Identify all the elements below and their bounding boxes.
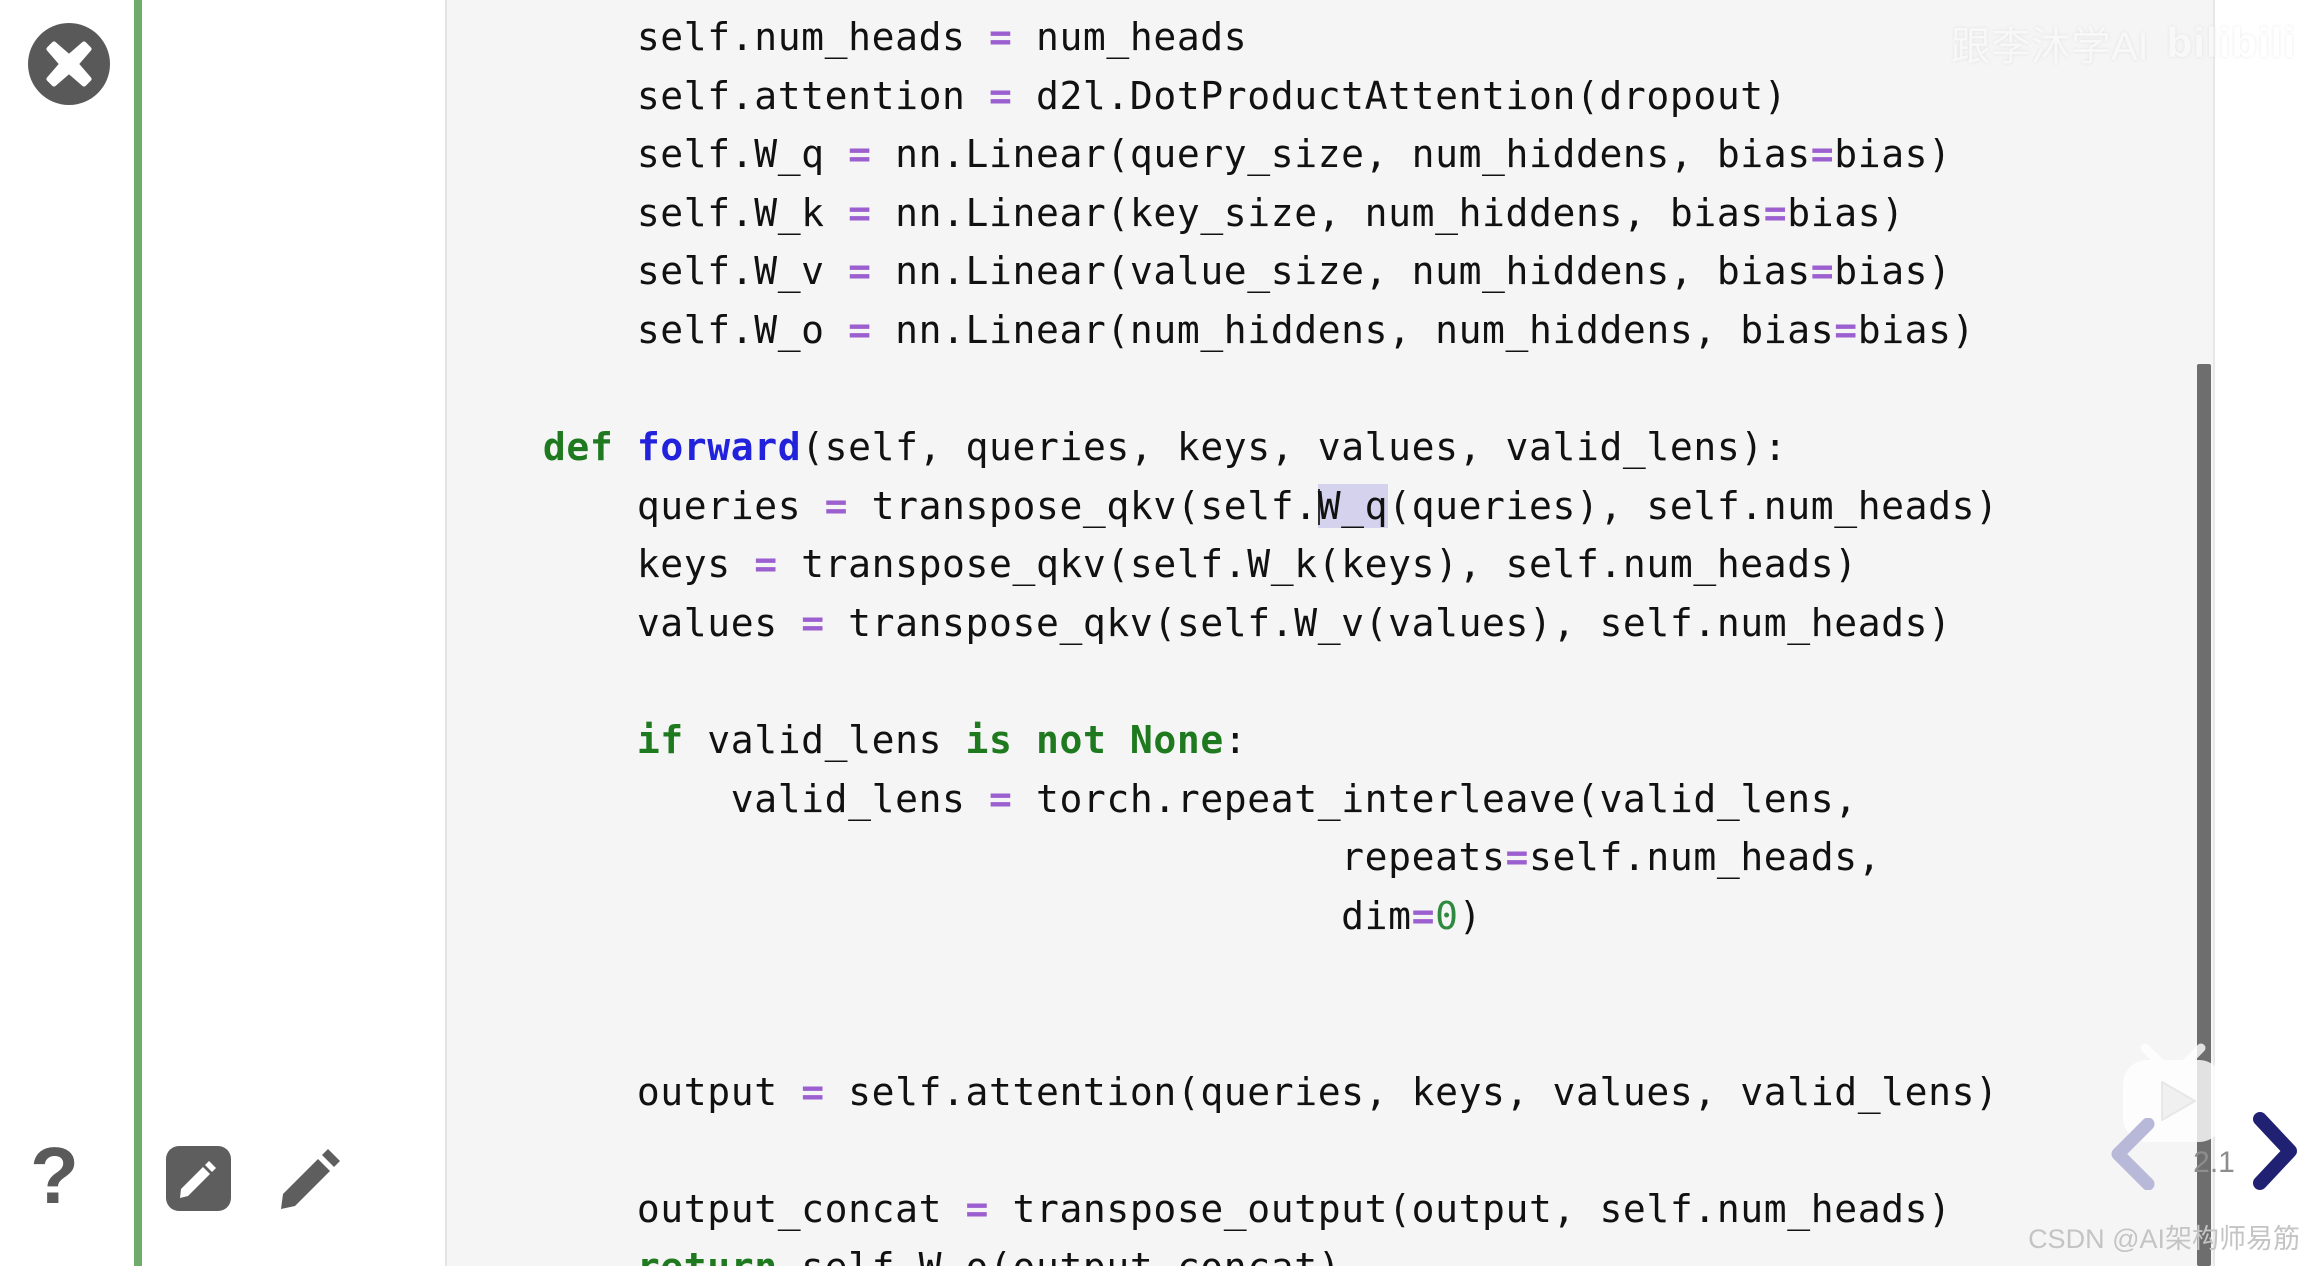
close-icon [46,41,92,87]
code-line: output = self.attention(queries, keys, v… [636,1069,1999,1114]
previous-slide-button[interactable] [2102,1117,2164,1191]
chevron-right-icon [2253,1112,2297,1190]
left-rail: ? [0,0,445,1266]
page-indicator: 2.1 [2193,1146,2235,1179]
code-line: self.num_heads = num_heads [636,15,1248,59]
code-line: dim=0) [1341,893,1483,938]
progress-accent-bar [134,0,142,1266]
code-line: self.W_k = nn.Linear(key_size, num_hidde… [636,190,1905,235]
help-icon[interactable]: ? [30,1136,82,1216]
right-rail [2215,0,2324,1266]
selected-token: W_q [1317,483,1389,528]
close-button[interactable] [28,23,110,105]
code-line: queries = transpose_qkv(self.W_q(queries… [636,483,1999,528]
scrollbar-thumb[interactable] [2197,364,2211,1266]
code-line: if valid_lens is not None: [636,718,1248,763]
code-line: self.W_o = nn.Linear(num_hiddens, num_hi… [636,307,1976,352]
pencil-icon [180,1161,216,1198]
code-line: valid_lens = torch.repeat_interleave(val… [730,776,1858,821]
edit-active-button[interactable] [166,1146,231,1211]
code-line: def forward(self, queries, keys, values,… [542,425,1788,470]
code-line: repeats=self.num_heads, [1341,835,1882,880]
chevron-left-icon [2111,1117,2155,1191]
code-line: keys = transpose_qkv(self.W_k(keys), sel… [636,542,1858,587]
code-content[interactable]: self.num_heads = num_heads self.attentio… [447,0,2213,1266]
code-line: self.attention = d2l.DotProductAttention… [636,73,1788,118]
code-editor-panel[interactable]: self.num_heads = num_heads self.attentio… [445,0,2215,1266]
next-slide-button[interactable] [2244,1112,2306,1190]
code-line: self.W_v = nn.Linear(value_size, num_hid… [636,249,1952,294]
scrollbar-track[interactable] [2193,0,2213,1266]
code-line: return self.W_o(output_concat) [447,1238,2213,1266]
text-caret [1317,488,1320,525]
edit-button[interactable] [278,1146,343,1211]
code-line: values = transpose_qkv(self.W_v(values),… [636,600,1952,645]
code-line: self.W_q = nn.Linear(query_size, num_hid… [636,132,1952,177]
code-line: output_concat = transpose_output(output,… [636,1186,1952,1231]
pencil-icon [281,1149,340,1209]
